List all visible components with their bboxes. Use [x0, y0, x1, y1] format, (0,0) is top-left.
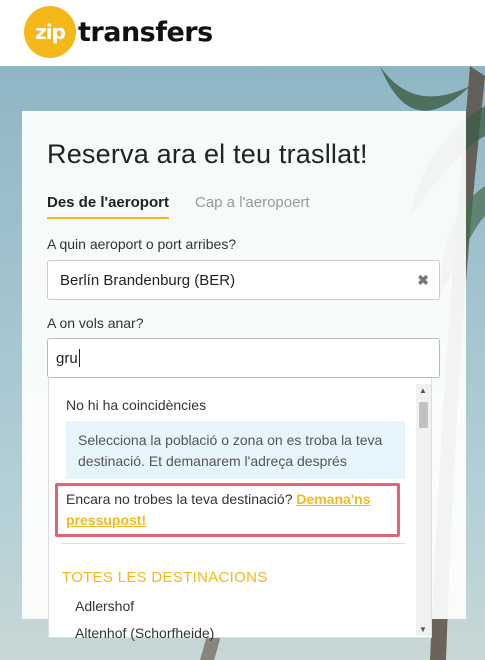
logo-zip-badge: zip	[24, 6, 76, 58]
destination-option[interactable]: Adlershof	[75, 598, 134, 614]
no-match-message: No hi ha coincidències	[66, 397, 207, 413]
destination-search-input[interactable]: gru	[47, 338, 440, 378]
from-airport-field[interactable]: Berlín Brandenburg (BER) ✖	[47, 260, 440, 300]
destination-info-box: Selecciona la població o zona on es trob…	[66, 421, 405, 479]
clear-icon[interactable]: ✖	[417, 272, 429, 289]
dropdown-scrollbar[interactable]: ▲ ▼	[416, 384, 431, 636]
tab-from-airport[interactable]: Des de l'aeroport	[47, 194, 169, 219]
tab-to-airport[interactable]: Cap a l'aeropoert	[195, 194, 310, 211]
quote-prompt: Encara no trobes la teva destinació? Dem…	[66, 489, 386, 531]
destination-label: A on vols anar?	[47, 315, 144, 331]
destination-query: gru	[56, 349, 78, 367]
all-destinations-heading: TOTES LES DESTINACIONS	[62, 569, 268, 586]
destination-option[interactable]: Altenhof (Schorfheide)	[75, 625, 214, 641]
scroll-thumb[interactable]	[419, 402, 428, 428]
ziptransfers-logo[interactable]: zip transfers	[24, 6, 213, 58]
scroll-down-icon[interactable]: ▼	[419, 625, 427, 634]
dropdown-divider	[62, 543, 405, 544]
from-airport-label: A quin aeroport o port arribes?	[47, 236, 237, 252]
booking-title: Reserva ara el teu trasllat!	[47, 139, 368, 169]
quote-prompt-text: Encara no trobes la teva destinació?	[66, 491, 293, 507]
scroll-up-icon[interactable]: ▲	[419, 386, 427, 395]
logo-wordmark: transfers	[78, 16, 213, 48]
from-airport-value: Berlín Brandenburg (BER)	[60, 271, 236, 289]
site-header: zip transfers	[0, 0, 485, 66]
text-caret	[78, 349, 80, 367]
